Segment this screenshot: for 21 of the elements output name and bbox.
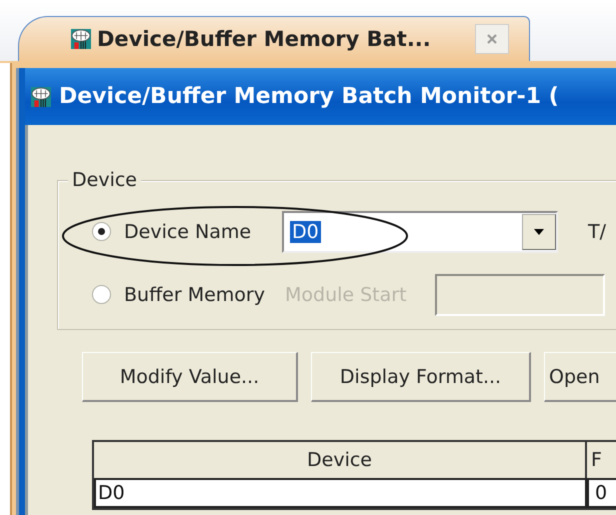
document-tab[interactable]: Device/Buffer Memory Bat... bbox=[18, 16, 530, 61]
monitor-app-icon bbox=[71, 29, 91, 49]
radio-button[interactable] bbox=[92, 285, 111, 304]
dialog-button[interactable]: Open bbox=[544, 352, 616, 402]
radio-button[interactable] bbox=[92, 222, 111, 241]
dialog-button[interactable]: Modify Value... bbox=[82, 352, 298, 402]
caret-icon bbox=[534, 228, 544, 234]
window-title: Device/Buffer Memory Batch Monitor-1 ( bbox=[59, 84, 559, 109]
module-start-field[interactable] bbox=[434, 274, 605, 316]
field-label: T/ bbox=[588, 220, 606, 242]
radio-label: Buffer Memory bbox=[124, 284, 265, 306]
close-icon bbox=[486, 33, 498, 45]
dialog-button[interactable]: Display Format... bbox=[311, 352, 531, 402]
table-cell: 0 bbox=[587, 478, 616, 508]
dropdown-button[interactable] bbox=[522, 214, 556, 250]
device-name-combo[interactable]: D0 bbox=[282, 210, 558, 252]
close-tab-button[interactable] bbox=[475, 24, 509, 54]
monitor-app-icon bbox=[31, 86, 51, 106]
combo-value: D0 bbox=[290, 220, 321, 242]
table-cell: D0 bbox=[94, 478, 587, 508]
radio-label: Device Name bbox=[124, 220, 252, 242]
